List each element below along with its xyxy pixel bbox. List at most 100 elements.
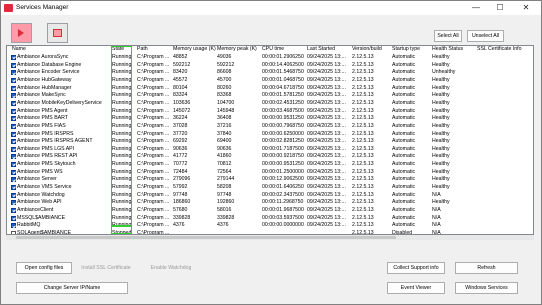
change-server-button[interactable]: Change Server IP/Name [16,282,128,294]
header-health-status[interactable]: Health Status [432,46,476,54]
header-memory-usage[interactable]: Memory usage (K) [173,46,216,54]
collect-support-info-button[interactable]: Collect Support info [387,262,445,274]
row-checkbox[interactable] [11,62,16,68]
row-checkbox[interactable] [11,215,16,221]
row-checkbox[interactable] [11,162,16,168]
header-memory-peak[interactable]: Memory peak (K) [217,46,260,54]
col-version: 2.12.5.13 [352,84,374,91]
row-checkbox[interactable] [11,93,16,99]
col-state: Running [112,207,132,213]
table-row[interactable]: Ambiance Server Running C:\Program ... 2790… [7,176,533,184]
header-state[interactable]: State [112,46,136,54]
table-row[interactable]: Ambiance Watchdog Running C:\Program ... 97… [7,192,533,200]
row-checkbox[interactable] [11,208,16,213]
row-checkbox[interactable] [11,177,16,183]
main-window: Services Manager — ☐ ✕ Select All Unsele… [0,0,542,305]
col-last-started: 09/24/2025 13:... [307,199,346,206]
header-last-started[interactable]: Last Started [307,46,351,54]
event-viewer-button[interactable]: Event Viewer [387,282,445,294]
col-version: 2.12.5.13 [352,69,374,76]
col-memory-usage: 80104 [173,84,188,91]
table-row[interactable]: Ambiance PMS WS Running C:\Program ... 7248… [7,169,533,177]
table-row[interactable]: Ambiance Encoder Service Running C:\Progra… [7,69,533,77]
row-checkbox[interactable] [11,100,16,106]
col-health-status: Healthy [432,138,450,145]
header-cpu-time[interactable]: CPU time [262,46,306,54]
table-row[interactable]: Ambiance Database Engine Running C:\Progra… [7,62,533,70]
col-path: C:\Program ... [137,138,170,145]
row-checkbox[interactable] [11,139,16,145]
windows-services-button[interactable]: Windows Services [455,282,518,294]
row-checkbox[interactable] [11,154,16,160]
open-config-files-button[interactable]: Open config files [16,262,72,274]
close-icon[interactable]: ✕ [517,1,535,15]
horizontal-scrollbar[interactable] [6,235,534,240]
row-checkbox[interactable] [11,108,16,114]
table-row[interactable]: Ambiance Web API Running C:\Program ... 186… [7,199,533,207]
col-name: Ambiance Web API [17,199,62,206]
table-row[interactable]: Ambiance PMS IRSPRS Running C:\Program ...… [7,131,533,139]
table-row[interactable]: Ambiance AuroraSync Running C:\Program ...… [7,54,533,62]
table-row[interactable]: Ambiance VMS Service Running C:\Program ..… [7,184,533,192]
start-service-button[interactable] [11,23,32,43]
row-checkbox[interactable] [11,192,16,198]
table-row[interactable]: MSSQL$AMBIANCE Running C:\Program ... 33982… [7,215,533,223]
table-row[interactable]: Ambiance PMS IRSPRS AGENT Running C:\Progr… [7,138,533,146]
row-checkbox[interactable] [11,55,16,60]
col-last-started: 09/24/2025 13:... [307,99,346,106]
header-startup-type[interactable]: Startup type [392,46,432,54]
col-memory-usage: 145072 [173,107,191,114]
refresh-button[interactable]: Refresh [455,262,518,274]
row-checkbox[interactable] [11,185,16,191]
header-version[interactable]: Version/build [352,46,390,54]
row-checkbox[interactable] [11,116,16,122]
stop-service-button[interactable] [47,23,68,43]
row-checkbox[interactable] [11,70,16,76]
row-checkbox[interactable] [11,123,16,129]
row-checkbox[interactable] [11,131,16,137]
row-checkbox[interactable] [11,85,16,91]
scrollbar-thumb[interactable] [16,236,396,239]
row-checkbox[interactable] [11,146,16,152]
table-row[interactable]: Ambiance MobileKeyDeliveryService Running… [7,100,533,108]
col-version: 2.12.5.13 [352,76,374,83]
services-table: Name State Path Memory usage (K) Memory peak… [6,45,534,235]
table-row[interactable]: AmbianceClient Running C:\Program ... 57680… [7,207,533,215]
row-checkbox[interactable] [11,77,16,83]
table-row[interactable]: Ambiance HubManager Running C:\Program ...… [7,85,533,93]
table-row[interactable]: Ambiance PMS BART Running C:\Program ... 36… [7,115,533,123]
col-cpu-time: 00:00:02.3437500 [262,191,304,198]
table-row[interactable]: Ambiance HubGateway Running C:\Program ...… [7,77,533,85]
col-startup-type: Automatic [392,161,416,168]
header-name[interactable]: Name [12,46,106,54]
col-state: Running [112,84,132,91]
maximize-icon[interactable]: ☐ [491,1,509,15]
table-row[interactable]: Ambiance PMS Agent Running C:\Program ... 1… [7,108,533,116]
col-startup-type: Automatic [392,99,416,106]
col-memory-usage: 97748 [173,191,188,198]
header-ssl-info[interactable]: SSL Certificate Info [477,46,533,54]
table-row[interactable]: Ambiance PMS LGS API Running C:\Program ..… [7,146,533,154]
row-checkbox[interactable] [11,223,16,229]
col-health-status: Healthy [432,54,450,60]
col-version: 2.12.5.13 [352,61,374,68]
row-checkbox[interactable] [11,169,16,175]
select-all-button[interactable]: Select All [434,30,462,42]
row-checkbox[interactable] [11,200,16,206]
col-cpu-time: 00:00:03.5937500 [262,214,304,221]
minimize-icon[interactable]: — [467,1,485,15]
unselect-all-button[interactable]: Unselect All [467,30,504,42]
header-path[interactable]: Path [137,46,172,54]
col-version: 2.12.5.13 [352,191,374,198]
table-row[interactable]: Ambiance PMS Skytouch Running C:\Program .… [7,161,533,169]
col-version: 2.12.5.13 [352,99,374,106]
table-row[interactable]: Ambiance MakeSync Running C:\Program ... 83… [7,92,533,100]
col-version: 2.12.5.13 [352,122,374,129]
table-row[interactable]: RabbitMQ Running C:\Program ... 4376 4376 00:… [7,222,533,230]
table-row[interactable]: Ambiance PMS FIAS Running C:\Program ... 37… [7,123,533,131]
table-row[interactable]: Ambiance PMS REST API Running C:\Program .… [7,153,533,161]
col-startup-type: Automatic [392,168,416,175]
col-state: Running [112,107,132,114]
col-memory-peak: 104700 [217,99,235,106]
col-name: Ambiance PMS REST API [17,153,78,160]
